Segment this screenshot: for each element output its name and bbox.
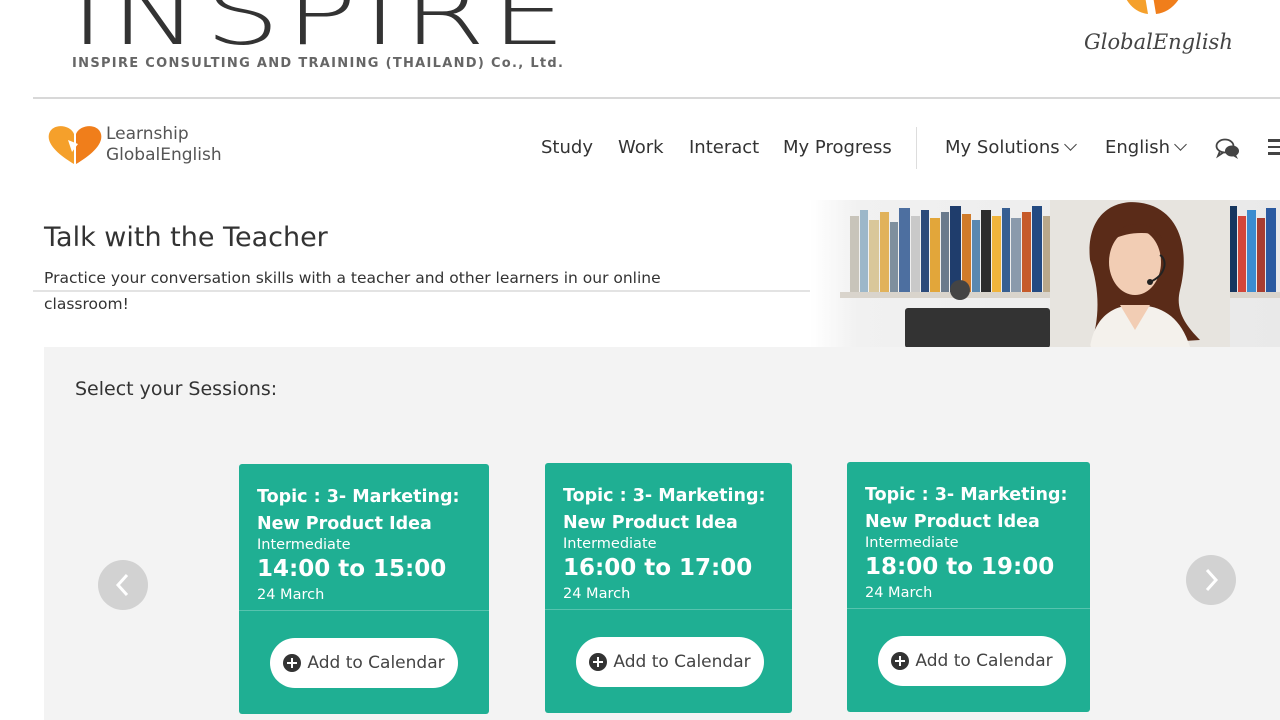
teacher-hero-image xyxy=(810,200,1280,347)
learnship-logo-icon[interactable] xyxy=(48,124,102,166)
globalenglish-brand: GlobalEnglish xyxy=(1084,30,1233,54)
plus-circle-icon xyxy=(283,654,302,672)
sessions-panel: Select your Sessions: Topic : 3- Marketi… xyxy=(44,347,1280,720)
nav-interact[interactable]: Interact xyxy=(689,137,759,158)
chevron-down-icon xyxy=(1063,138,1077,151)
my-solutions-label: My Solutions xyxy=(945,137,1060,158)
add-to-calendar-button[interactable]: Add to Calendar xyxy=(270,638,458,688)
inspire-subtitle: INSPIRE CONSULTING AND TRAINING (THAILAN… xyxy=(72,56,565,71)
sessions-label: Select your Sessions: xyxy=(75,378,278,400)
chat-bubbles-icon[interactable] xyxy=(1215,137,1241,161)
carousel-next-button[interactable] xyxy=(1186,555,1236,605)
learnship-logo-text: Learnship xyxy=(106,124,189,144)
nav-separator xyxy=(916,127,917,169)
session-topic: Topic : 3- Marketing: New Product Idea xyxy=(865,485,1068,532)
chevron-right-icon xyxy=(1205,568,1219,592)
header-banner: INSPIRE INSPIRE CONSULTING AND TRAINING … xyxy=(0,0,1280,99)
add-to-calendar-button[interactable]: Add to Calendar xyxy=(576,637,764,687)
globalenglish-logo-text: GlobalEnglish xyxy=(106,145,222,165)
plus-circle-icon xyxy=(589,653,608,671)
hamburger-menu-icon[interactable] xyxy=(1268,139,1280,157)
globalenglish-heart-icon xyxy=(1126,0,1179,14)
page-title: Talk with the Teacher xyxy=(44,222,328,253)
page-description: Practice your conversation skills with a… xyxy=(44,269,661,313)
session-date: 24 March xyxy=(257,587,325,603)
session-topic: Topic : 3- Marketing: New Product Idea xyxy=(563,486,766,533)
monitor-image xyxy=(905,308,1050,347)
nav-study[interactable]: Study xyxy=(541,137,593,158)
add-to-calendar-label: Add to Calendar xyxy=(307,653,445,673)
card-divider xyxy=(847,608,1090,609)
session-card: Topic : 3- Marketing: New Product Idea I… xyxy=(545,463,792,713)
session-card: Topic : 3- Marketing: New Product Idea I… xyxy=(847,462,1090,712)
session-date: 24 March xyxy=(563,586,631,602)
card-divider xyxy=(239,610,489,611)
chevron-left-icon xyxy=(115,573,129,597)
session-time: 16:00 to 17:00 xyxy=(563,555,753,581)
session-level: Intermediate xyxy=(563,536,657,552)
carousel-prev-button[interactable] xyxy=(98,560,148,610)
session-card: Topic : 3- Marketing: New Product Idea I… xyxy=(239,464,489,714)
nav-work[interactable]: Work xyxy=(618,137,664,158)
language-label: English xyxy=(1105,137,1170,158)
nav-my-progress[interactable]: My Progress xyxy=(783,137,892,158)
add-to-calendar-button[interactable]: Add to Calendar xyxy=(878,636,1066,686)
teacher-photo xyxy=(1050,200,1230,347)
session-topic: Topic : 3- Marketing: New Product Idea xyxy=(257,487,460,534)
add-to-calendar-label: Add to Calendar xyxy=(915,651,1053,671)
inspire-logo: INSPIRE xyxy=(70,0,572,65)
session-level: Intermediate xyxy=(257,537,351,553)
plus-circle-icon xyxy=(891,652,910,670)
session-date: 24 March xyxy=(865,585,933,601)
session-time: 18:00 to 19:00 xyxy=(865,554,1055,580)
webcam-icon xyxy=(950,280,970,300)
session-time: 14:00 to 15:00 xyxy=(257,556,447,582)
card-divider xyxy=(545,609,792,610)
language-dropdown[interactable]: English xyxy=(1105,137,1187,158)
session-level: Intermediate xyxy=(865,535,959,551)
my-solutions-dropdown[interactable]: My Solutions xyxy=(945,137,1077,158)
add-to-calendar-label: Add to Calendar xyxy=(613,652,751,672)
chevron-down-icon xyxy=(1174,138,1187,151)
main-nav: Learnship GlobalEnglish Study Work Inter… xyxy=(0,99,1280,292)
